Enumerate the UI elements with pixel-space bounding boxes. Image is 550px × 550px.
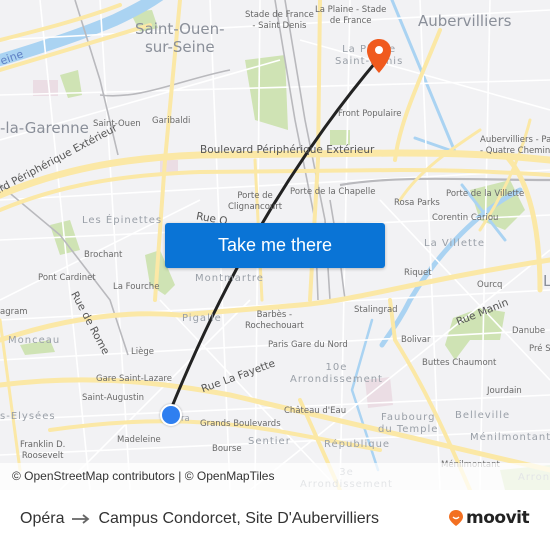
moovit-pin-icon — [449, 510, 463, 526]
label-front-populaire: Front Populaire — [338, 109, 402, 119]
label-republique: République — [324, 439, 391, 450]
label-corentin-cariou: Corentin Cariou — [432, 213, 499, 223]
destination-pin-icon[interactable] — [366, 38, 392, 74]
label-aubervilliers-pantin: Aubervilliers - Pantin - Quatre Chemins — [480, 135, 550, 156]
label-champs-elysees: s-Elysées — [0, 411, 56, 422]
label-pont-cardinet: Pont Cardinet — [38, 273, 96, 283]
label-menilmontant-district: Ménilmontant — [470, 432, 550, 443]
label-liege: Liège — [131, 347, 154, 357]
label-la-villette: La Villette — [424, 238, 485, 249]
take-me-there-button[interactable]: Take me there — [165, 223, 385, 268]
moovit-wordmark: moovit — [466, 508, 530, 528]
label-barbes: Barbès - Rochechouart — [245, 310, 304, 331]
label-porte-clignancourt: Porte de Clignancourt — [228, 191, 283, 212]
label-ourcq: Ourcq — [477, 280, 503, 290]
label-brochant: Brochant — [84, 250, 123, 260]
label-grands-boulevards: Grands Boulevards — [200, 419, 281, 429]
label-10e-arrondissement: 10e Arrondissement — [290, 362, 383, 385]
label-bourse: Bourse — [212, 444, 242, 454]
label-opera: ra — [181, 414, 190, 424]
label-jourdain: Jourdain — [487, 386, 522, 396]
label-faubourg-du-temple: Faubourg du Temple — [378, 412, 439, 435]
label-aubervilliers: Aubervilliers — [418, 12, 512, 30]
attribution-text[interactable]: © OpenStreetMap contributors | © OpenMap… — [12, 469, 274, 483]
label-gare-saint-lazare: Gare Saint-Lazare — [96, 374, 172, 384]
route-summary: Opéra Campus Condorcet, Site D'Aubervill… — [20, 510, 379, 528]
label-riquet: Riquet — [404, 268, 432, 278]
label-bolivar: Bolivar — [401, 335, 431, 345]
label-la-plaine: La Plaine - Stade de France — [315, 5, 387, 26]
label-montmartre: Montmartre — [195, 273, 264, 284]
label-rosa-parks: Rosa Parks — [394, 198, 440, 208]
label-wagram: agram — [0, 307, 28, 317]
moovit-logo[interactable]: moovit — [448, 508, 530, 528]
origin-marker-icon[interactable] — [160, 404, 182, 426]
arrow-right-icon — [72, 514, 90, 524]
map-attribution: © OpenStreetMap contributors | © OpenMap… — [0, 463, 550, 490]
label-sentier: Sentier — [248, 436, 291, 447]
label-madeleine: Madeleine — [117, 435, 161, 445]
label-pigalle: Pigalle — [182, 313, 222, 324]
label-monceau: Monceau — [8, 335, 61, 346]
label-buttes-chaumont: Buttes Chaumont — [422, 358, 497, 368]
label-periph-top: Boulevard Périphérique Extérieur — [200, 144, 375, 156]
label-l-edge: L — [543, 272, 550, 290]
label-pre-saint-gervais: Pré Sa — [529, 344, 550, 354]
label-la-fourche: La Fourche — [113, 282, 160, 292]
footer: Opéra Campus Condorcet, Site D'Aubervill… — [0, 490, 550, 550]
label-porte-villette: Porte de la Villette — [446, 189, 525, 199]
label-franklin-roosevelt: Franklin D. Roosevelt — [20, 440, 66, 461]
label-danube: Danube — [512, 326, 546, 336]
label-garibaldi: Garibaldi — [152, 116, 191, 126]
label-stade-de-france: Stade de France - Saint Denis — [245, 10, 314, 31]
destination-name: Campus Condorcet, Site D'Aubervilliers — [98, 510, 379, 527]
label-saint-augustin: Saint-Augustin — [82, 393, 145, 403]
label-belleville: Belleville — [455, 410, 511, 421]
map[interactable]: Saint-Ouen- sur-Seine Aubervilliers -la-… — [0, 0, 550, 490]
origin-name: Opéra — [20, 510, 65, 527]
label-porte-chapelle: Porte de la Chapelle — [290, 187, 376, 197]
label-saint-ouen-sur-seine: Saint-Ouen- sur-Seine — [135, 20, 225, 56]
label-la-garenne: -la-Garenne — [0, 119, 89, 137]
label-chateau-deau: Château d'Eau — [284, 406, 347, 416]
label-stalingrad: Stalingrad — [354, 305, 398, 315]
label-gare-du-nord: Paris Gare du Nord — [268, 340, 348, 350]
label-les-epinettes: Les Épinettes — [82, 215, 163, 226]
